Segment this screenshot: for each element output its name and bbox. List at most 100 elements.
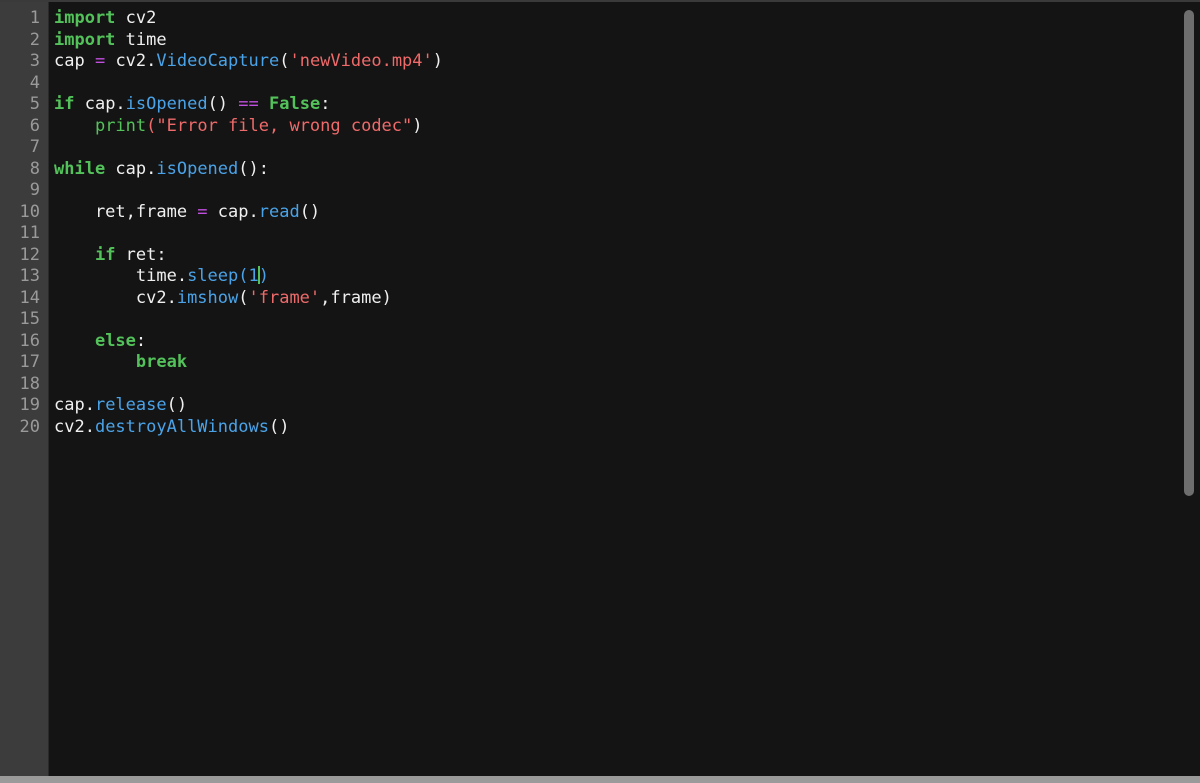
code-line-2[interactable]: import time: [54, 30, 443, 52]
keyword-token: if: [94, 244, 116, 265]
code-token: ():: [238, 158, 269, 179]
code-token: cv2: [115, 8, 157, 28]
keyword-token: else: [94, 330, 136, 351]
function-token: VideoCapture: [156, 51, 280, 71]
code-token: ): [432, 51, 444, 71]
function-token: sleep: [187, 266, 239, 286]
keyword-token: while: [54, 158, 106, 179]
line-number: 18: [19, 373, 40, 394]
line-number: 9: [29, 180, 40, 200]
code-token: time.: [54, 266, 188, 286]
code-token: ret,frame: [54, 201, 198, 222]
scrollbar-thumb[interactable]: [1184, 10, 1194, 496]
code-line-1[interactable]: import cv2: [54, 8, 443, 30]
code-line-5[interactable]: if cap.isOpened() == False:: [54, 94, 443, 116]
code-token: ,frame): [320, 287, 392, 308]
line-number-gutter: 1 2 3 4 5 6 7 8 9 10 11 12 13 14 15 16 1…: [0, 2, 49, 776]
code-token: cap: [54, 51, 95, 71]
code-line-8[interactable]: while cap.isOpened():: [54, 159, 443, 181]
code-token: (): [166, 395, 188, 415]
code-line-12[interactable]: if ret:: [54, 245, 443, 267]
line-number: 8: [29, 158, 40, 179]
line-number: 11: [19, 223, 40, 243]
line-number: 1: [29, 8, 40, 28]
function-token: isOpened: [156, 158, 239, 179]
line-number: 7: [29, 137, 40, 157]
code-token: time: [115, 29, 167, 50]
code-token: (: [238, 266, 249, 286]
code-token: cap.: [207, 201, 259, 222]
code-line-13[interactable]: time.sleep(1): [54, 266, 443, 288]
function-token: read: [258, 201, 300, 222]
code-line-3[interactable]: cap = cv2.VideoCapture('newVideo.mp4'): [54, 51, 443, 73]
code-token: (: [279, 51, 290, 71]
code-token: (): [299, 201, 321, 222]
code-content[interactable]: import cv2 import time cap = cv2.VideoCapt…: [54, 8, 443, 438]
code-line-20[interactable]: cv2.destroyAllWindows(): [54, 417, 443, 439]
keyword-token: break: [135, 352, 188, 372]
code-line-7[interactable]: [54, 137, 443, 159]
code-line-16[interactable]: else:: [54, 331, 443, 353]
keyword-token: False: [269, 94, 321, 114]
line-number: 15: [19, 309, 40, 329]
bottom-border: [0, 776, 1200, 783]
code-line-14[interactable]: cv2.imshow('frame',frame): [54, 288, 443, 310]
line-number: 4: [29, 72, 40, 93]
line-number: 5: [29, 94, 40, 114]
line-number: 2: [29, 29, 40, 50]
code-token: ): [258, 266, 269, 286]
code-token: ): [412, 115, 423, 136]
code-line-9[interactable]: [54, 180, 443, 202]
line-number: 16: [19, 330, 40, 351]
function-token: isOpened: [125, 94, 208, 114]
code-token: ret:: [115, 244, 167, 265]
string-token: (: [146, 115, 157, 136]
string-token: 'newVideo.mp4': [289, 51, 433, 71]
code-editor-window: 1 2 3 4 5 6 7 8 9 10 11 12 13 14 15 16 1…: [0, 0, 1200, 776]
code-line-18[interactable]: [54, 374, 443, 396]
line-number: 20: [19, 416, 40, 437]
code-token: cv2.: [54, 287, 177, 308]
code-line-11[interactable]: [54, 223, 443, 245]
operator-token: =: [197, 201, 208, 222]
code-text-area[interactable]: import cv2 import time cap = cv2.VideoCapt…: [49, 2, 1179, 776]
keyword-token: if: [54, 94, 75, 114]
code-token: :: [320, 94, 331, 114]
code-token: (): [207, 94, 239, 114]
code-token: cap.: [105, 158, 157, 179]
code-line-10[interactable]: ret,frame = cap.read(): [54, 202, 443, 224]
code-line-15[interactable]: [54, 309, 443, 331]
function-token: destroyAllWindows: [94, 416, 269, 437]
builtin-token: print: [94, 115, 147, 136]
vertical-scrollbar[interactable]: [1180, 2, 1200, 776]
line-numbers: 1 2 3 4 5 6 7 8 9 10 11 12 13 14 15 16 1…: [0, 8, 40, 438]
code-line-4[interactable]: [54, 73, 443, 95]
line-number: 6: [29, 115, 40, 136]
code-token: cap.: [74, 94, 126, 114]
code-line-17[interactable]: break: [54, 352, 443, 374]
line-number: 3: [29, 51, 40, 71]
function-token: release: [94, 395, 167, 415]
code-token: cap.: [54, 395, 95, 415]
line-number: 17: [19, 352, 40, 372]
keyword-token: import: [54, 29, 116, 50]
line-number: 19: [19, 395, 40, 415]
code-line-6[interactable]: print("Error file, wrong codec"): [54, 116, 443, 138]
string-token: 'frame': [248, 287, 321, 308]
code-line-19[interactable]: cap.release(): [54, 395, 443, 417]
operator-token: =: [94, 51, 106, 71]
operator-token: ==: [238, 94, 259, 114]
code-token: (: [238, 287, 249, 308]
string-token: "Error file, wrong codec": [156, 115, 413, 136]
code-token: (): [268, 416, 290, 437]
function-token: imshow: [176, 287, 239, 308]
line-number: 10: [19, 201, 40, 222]
code-token: :: [135, 330, 147, 351]
keyword-token: import: [54, 8, 116, 28]
line-number: 14: [19, 287, 40, 308]
